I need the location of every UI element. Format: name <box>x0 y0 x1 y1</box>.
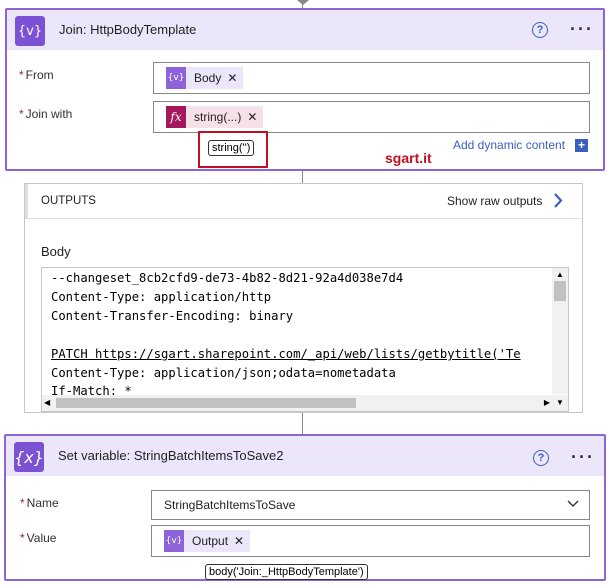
value-token-label: Output <box>192 534 229 548</box>
join-action-header[interactable]: {v} Join: HttpBodyTemplate ? ··· <box>7 10 603 50</box>
expression-tooltip: string('') <box>208 140 255 156</box>
join-with-label: * Join with <box>19 107 73 121</box>
connector-arrow-top <box>297 0 309 5</box>
scroll-up-arrow-icon[interactable]: ▲ <box>556 270 564 279</box>
code-line: --changeset_8cb2cfd9-de73-4b82-8d21-92a4… <box>51 271 404 285</box>
from-field[interactable]: {v} Body ✕ <box>153 62 590 94</box>
from-token-body[interactable]: {v} Body ✕ <box>166 67 244 89</box>
variable-braces-icon: {v} <box>164 530 184 552</box>
code-line: Content-Type: application/http <box>51 290 272 304</box>
horizontal-scrollbar[interactable]: ◀ ▶ <box>42 395 552 411</box>
value-token-output[interactable]: {v} Output ✕ <box>164 530 251 552</box>
set-variable-card[interactable]: {x} Set variable: StringBatchItemsToSave… <box>4 434 606 581</box>
remove-token-icon[interactable]: ✕ <box>225 71 243 85</box>
join-with-token-expression[interactable]: fx string(...) ✕ <box>166 106 264 128</box>
horizontal-scroll-thumb[interactable] <box>56 398 356 408</box>
variable-name-value: StringBatchItemsToSave <box>164 498 296 512</box>
value-label: * Value <box>20 531 57 545</box>
function-icon: fx <box>166 106 186 128</box>
vertical-scroll-thumb[interactable] <box>554 281 566 301</box>
scroll-down-arrow-icon[interactable]: ▼ <box>556 398 564 407</box>
join-with-token-label: string(...) <box>194 110 242 124</box>
remove-token-icon[interactable]: ✕ <box>245 110 263 124</box>
set-variable-title: Set variable: StringBatchItemsToSave2 <box>58 448 284 463</box>
tooltip-highlight-box: string('') <box>198 131 268 168</box>
watermark-text: sgart.it <box>385 150 432 166</box>
code-line: Content-Type: application/json;odata=nom… <box>51 366 396 380</box>
from-token-label: Body <box>194 71 222 85</box>
variable-x-icon: {x} <box>14 442 44 472</box>
chevron-down-icon[interactable] <box>567 500 579 508</box>
connector-line-bottom <box>302 411 303 434</box>
outputs-header-accent <box>25 184 28 218</box>
code-line: Content-Transfer-Encoding: binary <box>51 309 294 323</box>
set-variable-header[interactable]: {x} Set variable: StringBatchItemsToSave… <box>6 436 604 476</box>
from-label: * From <box>19 68 54 82</box>
value-field[interactable]: {v} Output ✕ <box>151 525 590 557</box>
outputs-title: OUTPUTS <box>41 195 96 207</box>
variable-braces-icon: {v} <box>166 67 186 89</box>
add-dynamic-content-icon[interactable]: + <box>575 139 588 152</box>
more-options-icon[interactable]: ··· <box>570 20 594 38</box>
remove-token-icon[interactable]: ✕ <box>232 534 250 548</box>
name-label: * Name <box>20 496 59 510</box>
add-dynamic-content-link[interactable]: Add dynamic content <box>453 138 565 152</box>
variable-braces-icon: {v} <box>15 16 45 46</box>
scroll-left-arrow-icon[interactable]: ◀ <box>44 398 50 407</box>
variable-name-dropdown[interactable]: StringBatchItemsToSave <box>151 490 590 520</box>
help-icon[interactable]: ? <box>532 22 548 38</box>
outputs-header: OUTPUTS Show raw outputs <box>25 184 582 219</box>
outputs-panel: OUTPUTS Show raw outputs Body --changese… <box>24 183 583 413</box>
scroll-right-arrow-icon[interactable]: ▶ <box>544 398 550 407</box>
connector-line-top <box>302 0 303 8</box>
scrollbar-corner: ▼ <box>552 395 568 411</box>
body-code-viewer[interactable]: --changeset_8cb2cfd9-de73-4b82-8d21-92a4… <box>41 267 569 412</box>
more-options-icon[interactable]: ··· <box>571 448 595 466</box>
body-label: Body <box>41 244 71 259</box>
vertical-scrollbar[interactable]: ▲ <box>552 268 568 394</box>
join-action-title: Join: HttpBodyTemplate <box>59 22 197 37</box>
output-token-tooltip: body('Join:_HttpBodyTemplate') <box>205 564 368 580</box>
code-line-url: PATCH https://sgart.sharepoint.com/_api/… <box>51 347 521 361</box>
help-icon[interactable]: ? <box>533 450 549 466</box>
show-raw-outputs-link[interactable]: Show raw outputs <box>447 194 542 208</box>
join-with-field[interactable]: fx string(...) ✕ <box>153 101 590 133</box>
chevron-right-icon[interactable] <box>552 192 564 209</box>
join-action-card[interactable]: {v} Join: HttpBodyTemplate ? ··· * From {… <box>5 8 605 171</box>
